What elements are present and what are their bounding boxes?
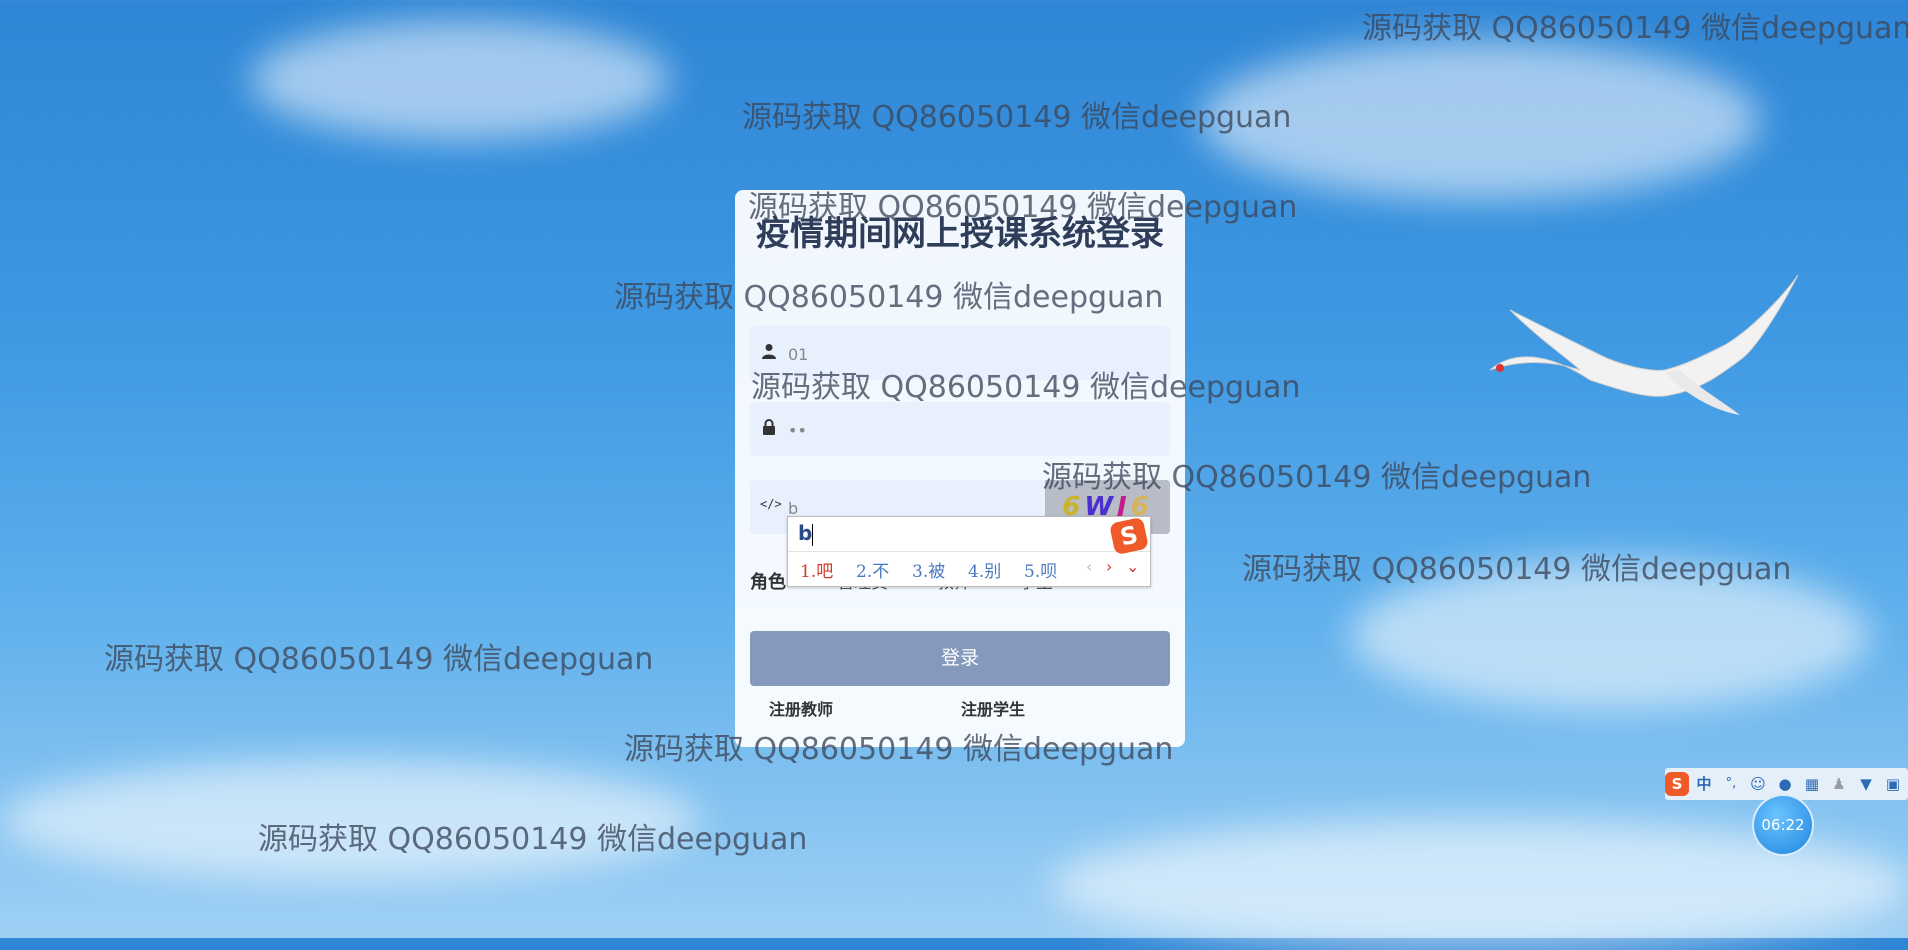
ime-mode-toggle[interactable]: 中: [1692, 772, 1716, 796]
skin-icon[interactable]: ▼: [1854, 772, 1878, 796]
ime-candidate[interactable]: 2.不: [856, 557, 889, 582]
swan-image: [1489, 274, 1799, 415]
watermark-text: 源码获取 QQ86050149 微信deepguan: [614, 280, 1164, 315]
ime-caret: [812, 524, 813, 546]
cloud-decoration: [250, 20, 670, 140]
watermark-text: 源码获取 QQ86050149 微信deepguan: [104, 642, 654, 677]
role-label: 角色: [750, 572, 786, 593]
lock-icon: [760, 419, 778, 437]
watermark-text: 源码获取 QQ86050149 微信deepguan: [742, 100, 1292, 135]
ime-candidate[interactable]: 3.被: [912, 557, 945, 582]
watermark-text: 源码获取 QQ86050149 微信deepguan: [624, 732, 1174, 767]
ime-next-page-icon[interactable]: ›: [1106, 557, 1112, 576]
watermark-text: 源码获取 QQ86050149 微信deepguan: [1362, 11, 1908, 46]
login-button[interactable]: 登录: [750, 631, 1170, 686]
password-input[interactable]: [786, 402, 1150, 458]
watermark-text: 源码获取 QQ86050149 微信deepguan: [1242, 552, 1792, 587]
punctuation-toggle[interactable]: °,: [1719, 772, 1743, 796]
watermark-text: 源码获取 QQ86050149 微信deepguan: [1042, 460, 1592, 495]
ime-candidate[interactable]: 5.呗: [1024, 557, 1057, 582]
register-teacher-link[interactable]: 注册教师: [769, 696, 833, 720]
microphone-icon[interactable]: ●: [1773, 772, 1797, 796]
watermark-text: 源码获取 QQ86050149 微信deepguan: [258, 822, 808, 857]
password-field[interactable]: [750, 402, 1170, 458]
register-student-link[interactable]: 注册学生: [961, 696, 1025, 720]
user-icon: [760, 343, 778, 361]
keyboard-icon[interactable]: ▦: [1800, 772, 1824, 796]
ime-candidate[interactable]: 1.吧: [800, 557, 833, 582]
code-icon: </>: [760, 497, 782, 511]
ime-prev-page-icon[interactable]: ‹: [1086, 557, 1092, 576]
watermark-text: 源码获取 QQ86050149 微信deepguan: [751, 370, 1301, 405]
ime-composition: b: [798, 521, 813, 545]
ime-expand-icon[interactable]: ⌄: [1126, 557, 1139, 576]
sogou-logo-icon[interactable]: S: [1665, 772, 1689, 796]
ime-divider: [788, 551, 1150, 552]
watermark-text: 源码获取 QQ86050149 微信deepguan: [748, 190, 1298, 225]
emoji-icon[interactable]: ☺: [1746, 772, 1770, 796]
clock-badge: 06:22: [1752, 794, 1814, 856]
ime-candidate-window: b 1.吧 2.不 3.被 4.别 5.呗 ‹ › ⌄: [787, 516, 1151, 587]
toolbox-icon[interactable]: ▣: [1881, 772, 1905, 796]
user-tools-icon[interactable]: ♟: [1827, 772, 1851, 796]
ime-candidate[interactable]: 4.别: [968, 557, 1001, 582]
